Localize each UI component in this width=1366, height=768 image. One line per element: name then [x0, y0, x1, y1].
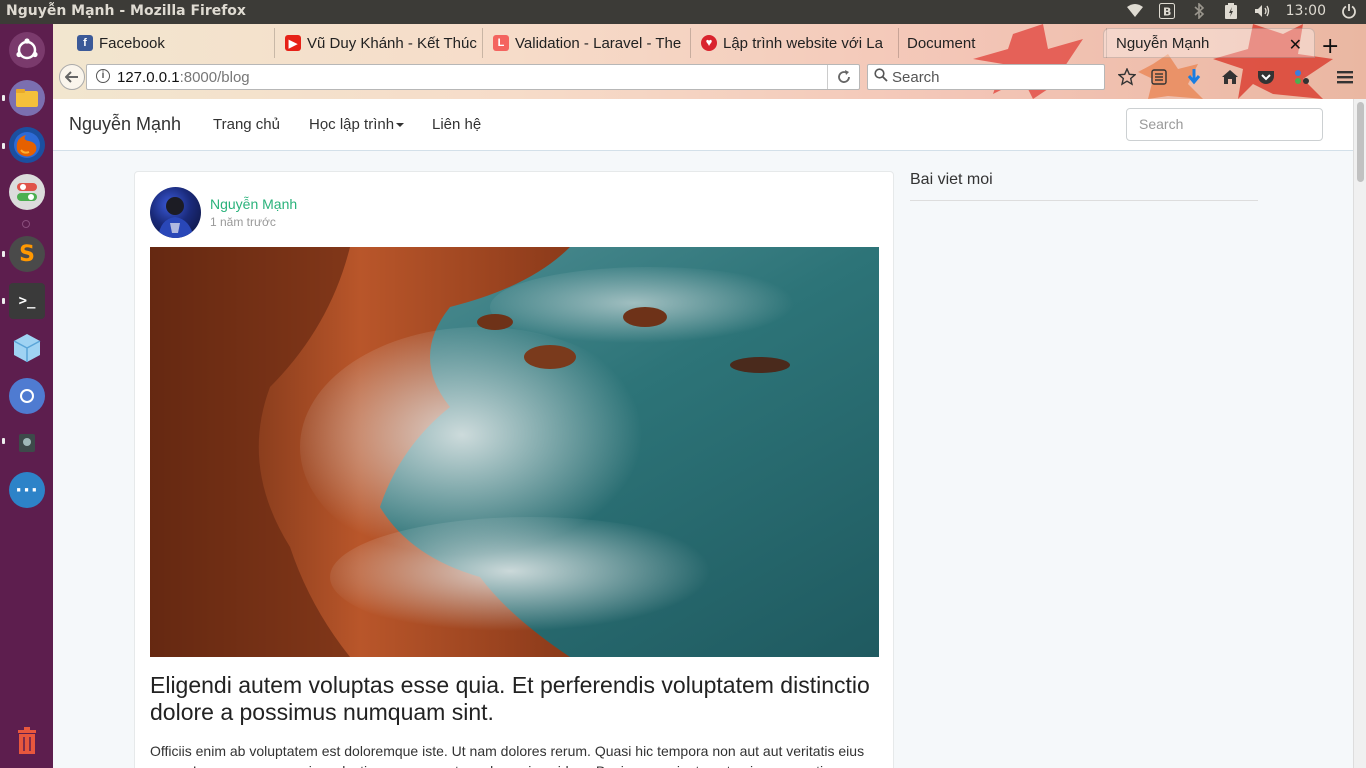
ubuntu-logo-icon[interactable]	[9, 32, 45, 68]
avatar[interactable]	[150, 187, 201, 238]
bookmarks-list-icon[interactable]	[1149, 67, 1169, 87]
tab-label: Nguyễn Mạnh	[1116, 34, 1210, 52]
facebook-icon: f	[77, 35, 93, 51]
app-icon[interactable]	[9, 425, 45, 461]
top-panel: Nguyễn Mạnh - Mozilla Firefox B 13:00	[0, 0, 1366, 24]
download-icon[interactable]	[1184, 67, 1204, 87]
tab-label: Vũ Duy Khánh - Kết Thúc	[307, 34, 477, 52]
browser-search-bar[interactable]: Search	[867, 64, 1105, 90]
tab-label: Facebook	[99, 34, 165, 52]
more-apps-icon[interactable]: ···	[9, 472, 45, 508]
reload-icon[interactable]	[827, 65, 859, 89]
tab-document[interactable]: Document	[885, 28, 1107, 58]
nav-link-home[interactable]: Trang chủ	[213, 116, 280, 133]
files-icon[interactable]	[9, 80, 45, 116]
post-image[interactable]	[150, 247, 879, 657]
site-search-placeholder: Search	[1139, 116, 1184, 132]
hamburger-menu-icon[interactable]	[1335, 67, 1355, 87]
tab-label: Lập trình website với La	[723, 34, 883, 52]
web-page: Nguyễn Mạnh Trang chủ Học lập trình Liên…	[53, 99, 1353, 768]
nav-dropdown-learn-label: Học lập trình	[309, 116, 395, 133]
tab-label: Validation - Laravel - The	[515, 34, 682, 52]
power-icon[interactable]	[1340, 2, 1358, 20]
firefox-icon[interactable]	[9, 127, 45, 163]
site-navbar: Nguyễn Mạnh Trang chủ Học lập trình Liên…	[53, 99, 1353, 151]
back-button[interactable]	[59, 64, 85, 90]
system-tray: B 13:00	[1126, 2, 1358, 20]
trash-icon[interactable]	[9, 723, 45, 759]
post-title[interactable]: Eligendi autem voluptas esse quia. Et pe…	[150, 672, 870, 726]
home-icon[interactable]	[1220, 67, 1240, 87]
tab-strip: f Facebook ▶ Vũ Duy Khánh - Kết Thúc L V…	[53, 28, 1366, 59]
addon-icon[interactable]	[1292, 67, 1312, 87]
tab-laravel[interactable]: L Validation - Laravel - The	[469, 28, 691, 58]
tab-lap-trinh[interactable]: ♥ Lập trình website với La	[677, 28, 899, 58]
bluetooth-icon[interactable]	[1190, 2, 1208, 20]
caret-down-icon	[396, 123, 405, 128]
post-card: Nguyễn Mạnh 1 năm trước Eligendi autem v…	[134, 171, 894, 768]
window-title: Nguyễn Mạnh - Mozilla Firefox	[6, 3, 246, 19]
site-search-input[interactable]: Search	[1126, 108, 1323, 141]
browser-toolbar: f Facebook ▶ Vũ Duy Khánh - Kết Thúc L V…	[53, 24, 1366, 99]
page-scrollbar[interactable]	[1353, 99, 1366, 768]
bookmark-star-icon[interactable]	[1117, 67, 1137, 87]
new-tab-button[interactable]: +	[1321, 34, 1339, 59]
nav-link-contact[interactable]: Liên hệ	[432, 116, 481, 133]
clock[interactable]: 13:00	[1286, 3, 1326, 19]
volume-icon[interactable]	[1254, 2, 1272, 20]
tab-label: Document	[907, 34, 976, 52]
author-link[interactable]: Nguyễn Mạnh	[210, 196, 297, 212]
sidebar-heading: Bai viet moi	[910, 171, 1258, 201]
site-brand[interactable]: Nguyễn Mạnh	[69, 114, 181, 135]
youtube-icon: ▶	[285, 35, 301, 51]
laravel-icon: L	[493, 35, 509, 51]
svg-text:B: B	[1163, 6, 1171, 19]
search-icon	[874, 68, 888, 85]
close-tab-icon[interactable]: ✕	[1289, 35, 1302, 55]
navigation-bar: i 127.0.0.1:8000/blog Search	[53, 61, 1366, 97]
b-icon[interactable]: B	[1158, 2, 1176, 20]
terminal-icon[interactable]: >_	[9, 283, 45, 319]
scrollbar-thumb[interactable]	[1357, 102, 1364, 182]
workspace-dot	[22, 220, 30, 228]
url-host: 127.0.0.1	[117, 69, 180, 86]
chromium-icon[interactable]	[9, 378, 45, 414]
tab-facebook[interactable]: f Facebook	[53, 28, 275, 58]
red-icon: ♥	[701, 35, 717, 51]
browser-search-placeholder: Search	[892, 69, 940, 86]
url-path: :8000/blog	[179, 69, 250, 86]
virtualbox-icon[interactable]	[9, 330, 45, 366]
wifi-icon[interactable]	[1126, 2, 1144, 20]
launcher: S >_ ···	[0, 24, 53, 768]
post-excerpt: Officiis enim ab voluptatem est doloremq…	[150, 743, 865, 768]
site-info-icon[interactable]: i	[96, 69, 110, 83]
post-time: 1 năm trước	[210, 215, 276, 229]
nav-dropdown-learn[interactable]: Học lập trình	[309, 116, 405, 133]
sublime-icon[interactable]: S	[9, 236, 45, 272]
battery-icon[interactable]	[1222, 2, 1240, 20]
settings-toggle-icon[interactable]	[9, 174, 45, 210]
pocket-icon[interactable]	[1256, 67, 1276, 87]
tab-youtube[interactable]: ▶ Vũ Duy Khánh - Kết Thúc	[261, 28, 483, 58]
tab-active[interactable]: Nguyễn Mạnh ✕	[1103, 28, 1315, 58]
url-bar[interactable]: i 127.0.0.1:8000/blog	[86, 64, 860, 90]
